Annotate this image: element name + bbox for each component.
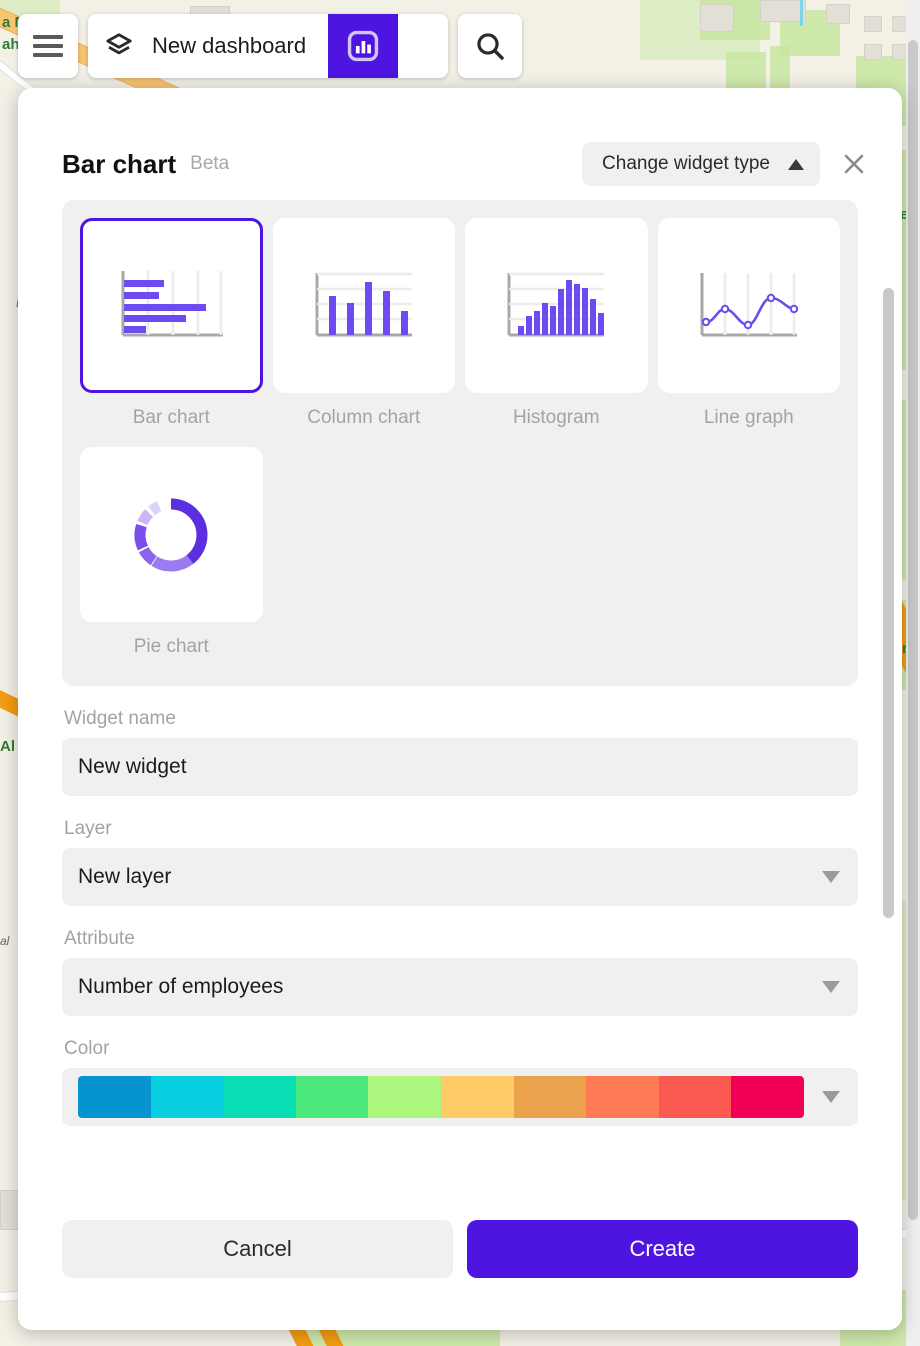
close-button[interactable]	[834, 144, 874, 184]
layer-label: Layer	[64, 818, 112, 839]
color-swatch-3	[295, 1076, 369, 1118]
color-label: Color	[64, 1038, 110, 1059]
caret-up-icon	[788, 158, 804, 170]
search-button[interactable]	[458, 14, 522, 78]
hamburger-icon	[33, 30, 63, 62]
change-widget-type-button[interactable]: Change widget type	[582, 142, 820, 186]
widget-name-value: New widget	[78, 755, 187, 778]
layer-select[interactable]: New layer	[62, 848, 858, 906]
widget-type-label: Pie chart	[133, 636, 209, 657]
dialog-scrollbar-thumb[interactable]	[883, 288, 894, 918]
color-ramp-select[interactable]	[62, 1068, 858, 1126]
color-swatch-8	[658, 1076, 732, 1118]
attribute-label: Attribute	[64, 928, 135, 949]
chevron-down-icon	[822, 1091, 840, 1103]
chevron-down-icon	[822, 981, 840, 993]
color-swatch-4	[368, 1076, 441, 1118]
more-options-button[interactable]	[398, 14, 448, 78]
map-label: Al	[0, 738, 15, 755]
widget-type-bar-chart[interactable]	[80, 218, 263, 393]
widget-type-label: Histogram	[512, 407, 600, 428]
cancel-button[interactable]: Cancel	[62, 1220, 453, 1278]
menu-pill	[18, 14, 78, 78]
color-ramp-swatches	[78, 1076, 804, 1118]
dashboard-title[interactable]: New dashboard	[150, 33, 328, 59]
widget-type-panel: Bar chart Column chart Histogram Line gr…	[62, 200, 858, 686]
color-swatch-9	[731, 1076, 804, 1118]
dialog-header: Bar chart Beta Change widget type	[18, 88, 902, 200]
widget-type-histogram[interactable]	[465, 218, 648, 393]
color-swatch-0	[78, 1076, 151, 1118]
hamburger-menu-button[interactable]	[18, 14, 78, 78]
attribute-select[interactable]: Number of employees	[62, 958, 858, 1016]
search-icon	[477, 33, 504, 60]
page-scrollbar-thumb[interactable]	[908, 40, 918, 1220]
widget-type-label: Column chart	[307, 407, 421, 428]
dialog-footer: Cancel Create	[18, 1214, 902, 1330]
color-swatch-6	[513, 1076, 587, 1118]
dashboard-pill: New dashboard	[88, 14, 449, 78]
widget-type-line-graph[interactable]	[657, 218, 840, 393]
beta-badge: Beta	[190, 153, 230, 174]
layers-button[interactable]	[88, 14, 150, 78]
search-pill	[458, 14, 523, 78]
change-widget-type-label: Change widget type	[602, 153, 770, 174]
widget-type-cell-empty	[273, 447, 456, 676]
widget-name-label: Widget name	[64, 708, 176, 729]
widget-type-row-2: Pie chart	[80, 447, 840, 676]
widget-type-label: Line graph	[703, 407, 794, 428]
pie-chart-icon	[134, 498, 208, 571]
widget-type-label: Bar chart	[132, 407, 210, 428]
attribute-value: Number of employees	[78, 975, 284, 998]
widget-type-pie-chart[interactable]	[80, 447, 263, 622]
create-button[interactable]: Create	[467, 1220, 858, 1278]
layer-value: New layer	[78, 865, 172, 888]
chevron-down-icon	[822, 871, 840, 883]
create-widget-dialog: Bar chart Beta Change widget type Bar ch…	[18, 88, 902, 1330]
bar-chart-icon	[121, 270, 224, 336]
dialog-scroll-area: Bar chart Column chart Histogram Line gr…	[18, 200, 902, 1214]
widget-type-cell: Histogram	[465, 218, 648, 447]
widget-type-cell: Pie chart	[80, 447, 263, 676]
widget-type-column-chart[interactable]	[272, 218, 455, 393]
layers-icon	[106, 33, 132, 55]
widget-type-row-1: Bar chart Column chart Histogram Line gr…	[80, 218, 840, 447]
chart-widget-button[interactable]	[328, 14, 399, 78]
page-title: Bar chart	[62, 148, 177, 179]
color-swatch-7	[586, 1076, 659, 1118]
histogram-icon	[507, 272, 605, 336]
line-graph-icon	[700, 272, 798, 336]
color-swatch-2	[223, 1076, 296, 1118]
widget-type-cell: Column chart	[272, 218, 455, 447]
widget-type-cell-empty	[465, 447, 648, 676]
column-chart-icon	[315, 272, 412, 336]
top-toolbar: New dashboard	[18, 14, 523, 78]
map-label: ah	[2, 36, 20, 53]
close-icon	[844, 154, 864, 174]
widget-type-cell: Line graph	[657, 218, 840, 447]
map-label: al	[0, 934, 10, 948]
widget-type-cell: Bar chart	[80, 218, 263, 447]
widget-name-input[interactable]: New widget	[62, 738, 858, 796]
bar-chart-widget-icon	[347, 30, 379, 62]
widget-type-cell-empty	[658, 447, 841, 676]
color-swatch-1	[150, 1076, 224, 1118]
color-swatch-5	[440, 1076, 514, 1118]
